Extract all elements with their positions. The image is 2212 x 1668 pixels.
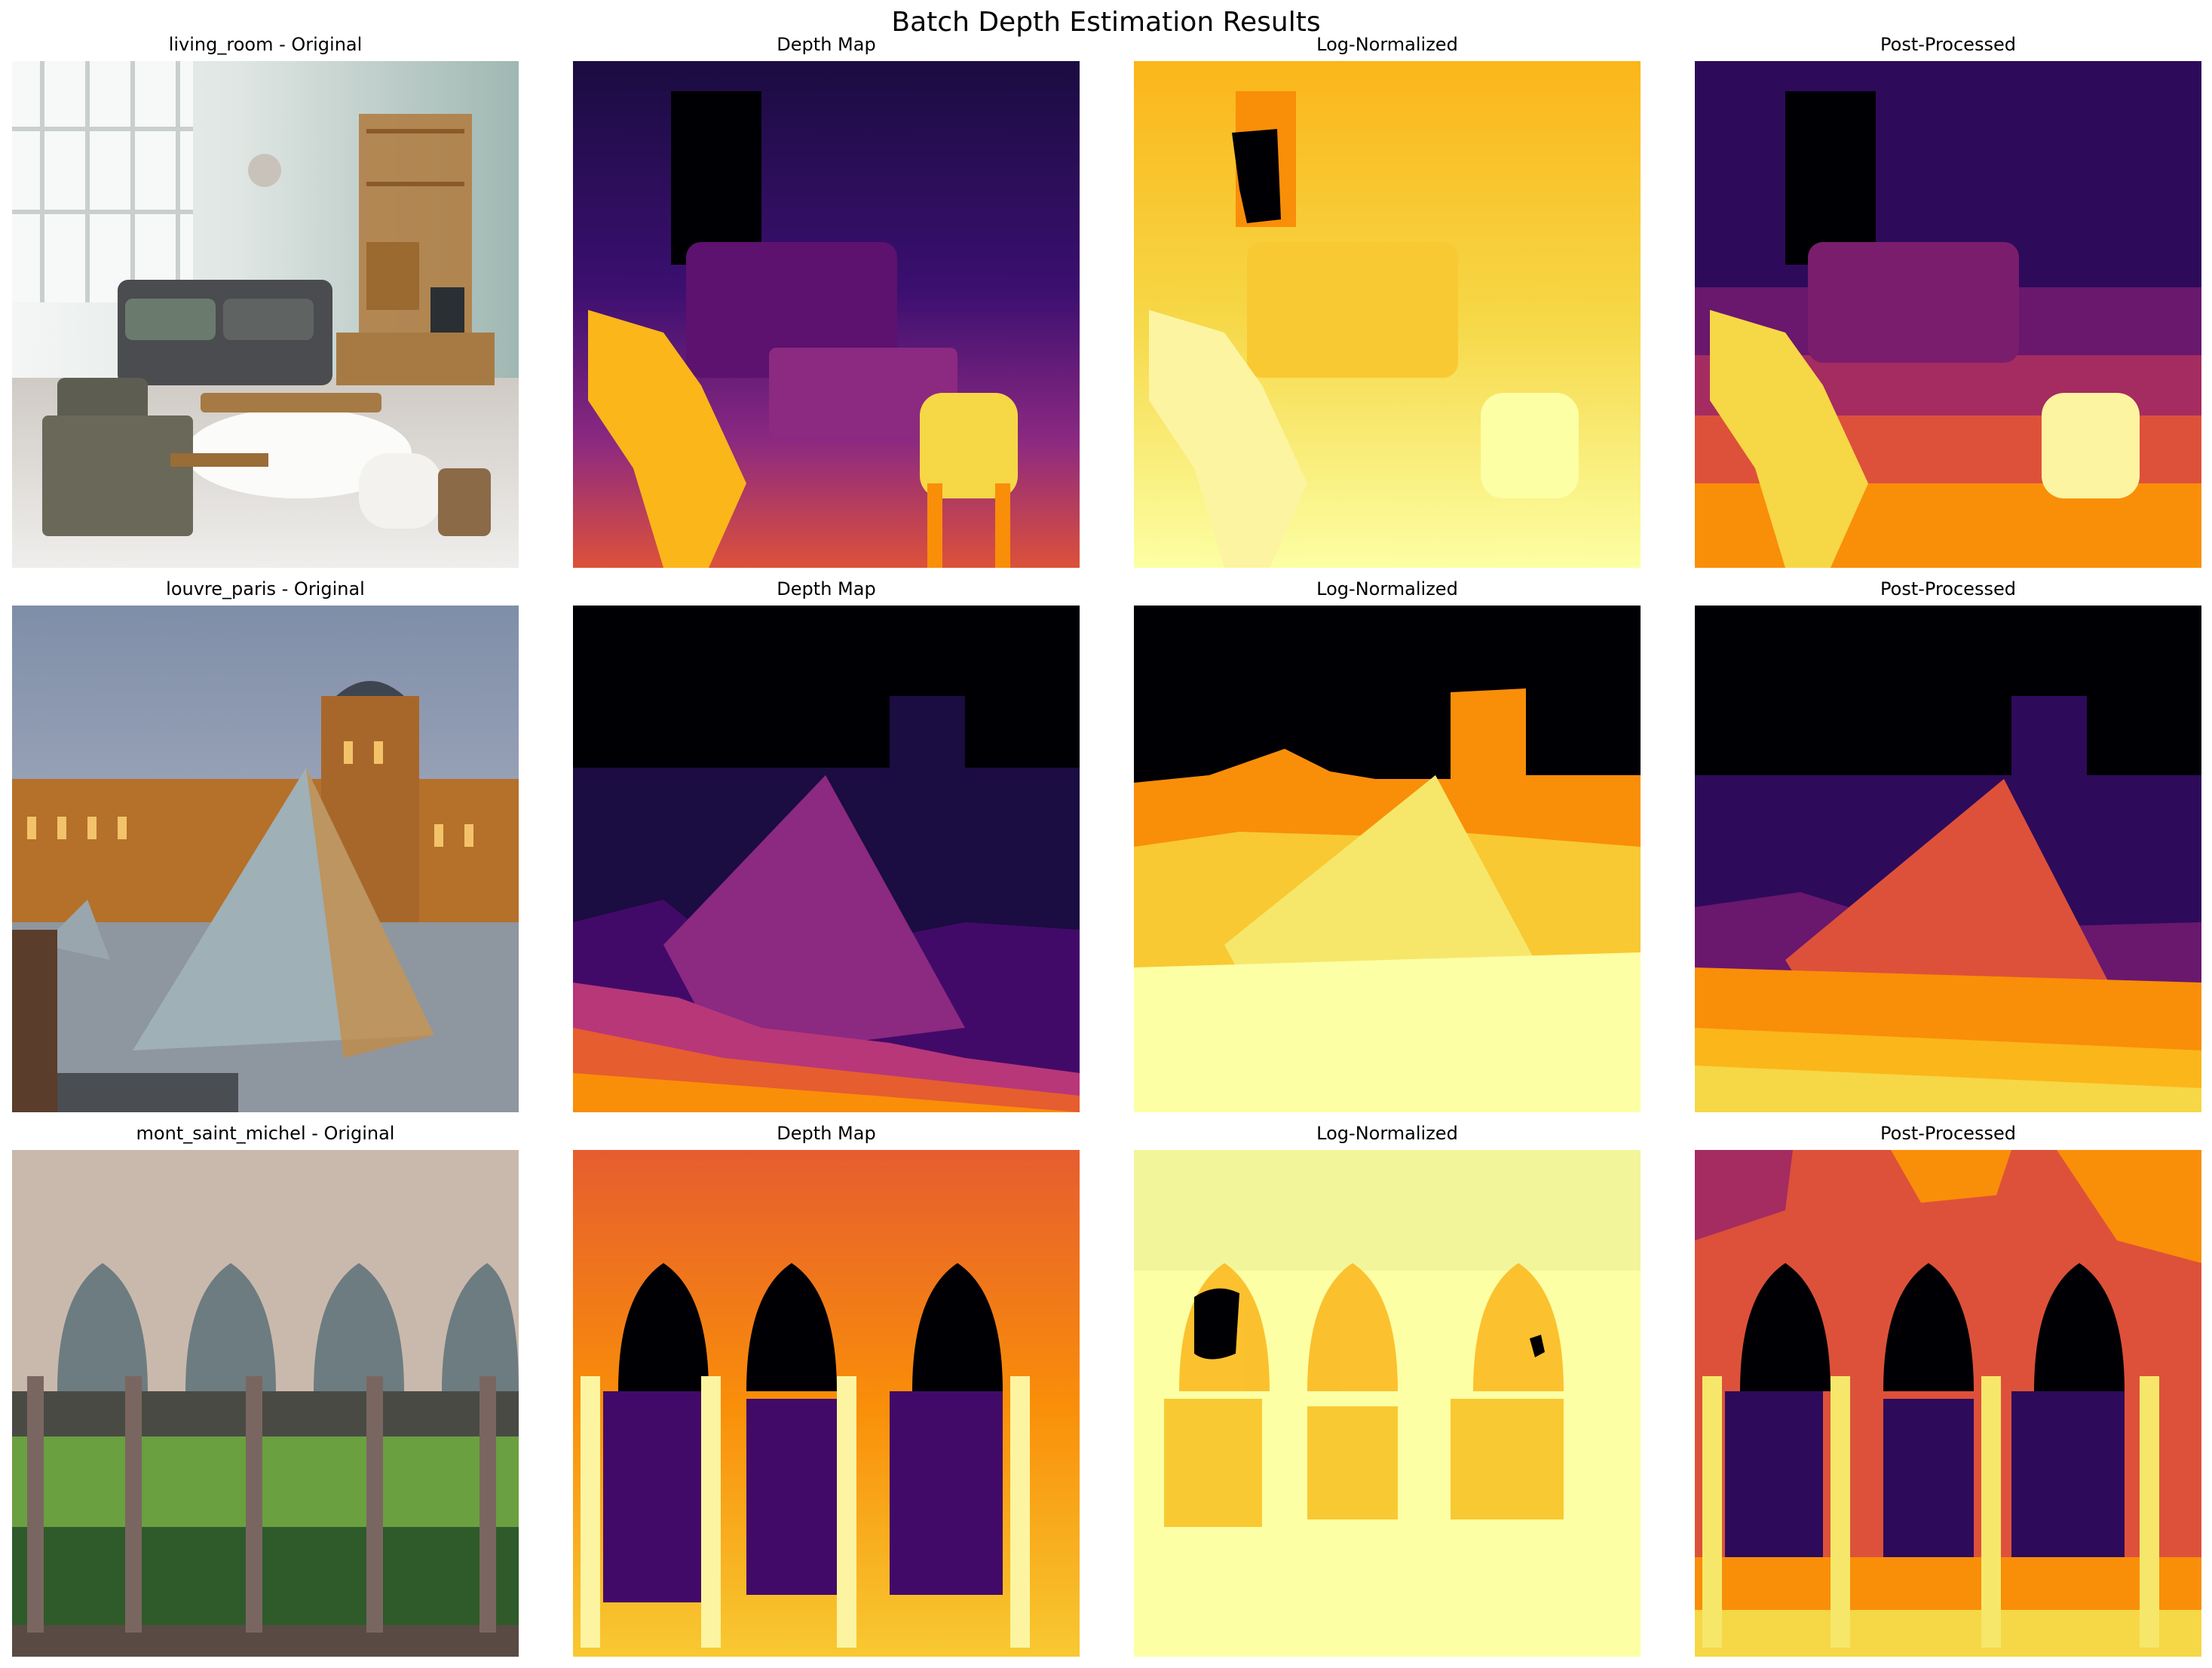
living-room-depth-map	[573, 61, 1080, 568]
mont-saint-michel-post-processed	[1695, 1150, 2201, 1657]
living-room-original-image	[12, 61, 519, 568]
mont-saint-michel-original-image	[12, 1150, 519, 1657]
louvre-log-normalized	[1134, 606, 1641, 1112]
panel-title-louvre-original: louvre_paris - Original	[166, 578, 365, 599]
panel-title-louvre-post: Post-Processed	[1880, 578, 2016, 599]
mont-saint-michel-log-normalized	[1134, 1150, 1641, 1657]
panel-title-louvre-log: Log-Normalized	[1316, 578, 1458, 599]
panel-title-living-room-log: Log-Normalized	[1316, 34, 1458, 55]
mont-saint-michel-depth-map	[573, 1150, 1080, 1657]
panel-title-living-room-post: Post-Processed	[1880, 34, 2016, 55]
panel-title-mont-saint-michel-depth: Depth Map	[777, 1123, 876, 1144]
panel-title-mont-saint-michel-post: Post-Processed	[1880, 1123, 2016, 1144]
living-room-log-normalized	[1134, 61, 1641, 568]
panel-title-louvre-depth: Depth Map	[777, 578, 876, 599]
living-room-post-processed	[1695, 61, 2201, 568]
louvre-original-image	[12, 606, 519, 1112]
panel-title-living-room-original: living_room - Original	[168, 34, 363, 55]
louvre-post-processed	[1695, 606, 2201, 1112]
panel-title-mont-saint-michel-log: Log-Normalized	[1316, 1123, 1458, 1144]
louvre-depth-map	[573, 606, 1080, 1112]
panel-title-living-room-depth: Depth Map	[777, 34, 876, 55]
panel-title-mont-saint-michel-original: mont_saint_michel - Original	[136, 1123, 395, 1144]
